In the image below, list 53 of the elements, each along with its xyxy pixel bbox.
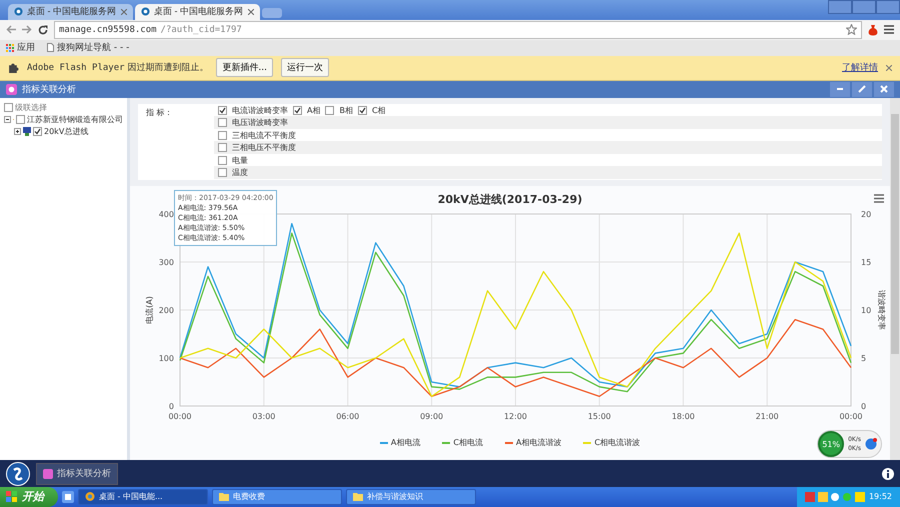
axis-label: 06:00 <box>336 412 360 421</box>
axis-label: 15 <box>861 258 872 267</box>
indicator-option[interactable]: 电压谐波畸变率 <box>232 117 288 128</box>
flash-message: Adobe Flash Player 因过期而遭到阻止。 <box>27 62 208 74</box>
axis-label: 20 <box>861 210 872 219</box>
axis-label: 400 <box>158 210 174 219</box>
chart-title: 20kV总进线(2017-03-29) <box>438 192 582 206</box>
indicator-option[interactable]: 电流谐波畸变率 <box>232 104 288 116</box>
indicator-label: 指 标： <box>145 106 174 119</box>
browser-tab[interactable]: 桌面 - 中国电能服务网 <box>135 4 260 20</box>
phase-option[interactable]: A相 <box>307 104 320 116</box>
axis-label: 03:00 <box>252 412 276 421</box>
cpu-gauge: 51% <box>818 431 844 458</box>
bookmark[interactable]: 应用 <box>6 41 35 54</box>
learn-more-link[interactable]: 了解详情 <box>842 61 878 74</box>
axis-label: 09:00 <box>420 412 444 421</box>
axis-title: 电流(A) <box>145 296 154 324</box>
legend-item[interactable]: C相电流谐波 <box>583 437 640 448</box>
axis-label: 100 <box>158 354 174 363</box>
phase-option[interactable]: C相 <box>372 104 386 116</box>
flash-button[interactable]: 更新插件... <box>216 58 274 78</box>
axis-label: 00:00 <box>168 412 192 421</box>
axis-title: 谐波畸变率 <box>877 290 886 330</box>
tree-header: 级联选择 <box>15 102 47 114</box>
legend-item[interactable]: A相电流谐波 <box>505 437 562 448</box>
indicator-option[interactable]: 三相电压不平衡度 <box>232 142 296 154</box>
phase-option[interactable]: B相 <box>339 104 353 116</box>
taskbar-item[interactable]: 桌面 - 中国电能... <box>78 488 208 505</box>
tree-item[interactable]: 江苏新亚特钢锻造有限公司 <box>27 114 123 126</box>
bookmark[interactable]: 搜狗网址导航 - - - <box>47 41 130 54</box>
app-tab[interactable]: 指标关联分析 <box>36 462 118 485</box>
tree-item[interactable]: 20kV总进线 <box>44 126 88 138</box>
panel-title: 指标关联分析 <box>22 84 76 96</box>
axis-label: 5 <box>861 354 866 363</box>
flash-button[interactable]: 运行一次 <box>281 58 330 78</box>
axis-label: 200 <box>158 306 174 315</box>
browser-tab[interactable]: 桌面 - 中国电能服务网 <box>8 4 133 20</box>
axis-label: 300 <box>158 258 174 267</box>
axis-label: 00:00 <box>839 412 863 421</box>
axis-label: 10 <box>861 306 872 315</box>
axis-label: 0 <box>168 402 174 411</box>
axis-label: 15:00 <box>588 412 611 421</box>
legend-item[interactable]: A相电流 <box>380 437 420 448</box>
indicator-option[interactable]: 电量 <box>232 154 248 166</box>
indicator-option[interactable]: 三相电流不平衡度 <box>232 130 296 141</box>
axis-label: 12:00 <box>504 412 528 421</box>
indicator-option[interactable]: 温度 <box>232 167 248 178</box>
axis-label: 0 <box>861 402 866 411</box>
clock: 19:52 <box>868 492 892 502</box>
address-field[interactable]: manage.cn95598.com /?auth_cid=1797 <box>54 20 862 39</box>
axis-label: 21:00 <box>756 412 779 421</box>
legend-item[interactable]: C相电流 <box>442 437 483 448</box>
axis-label: 18:00 <box>672 412 695 421</box>
